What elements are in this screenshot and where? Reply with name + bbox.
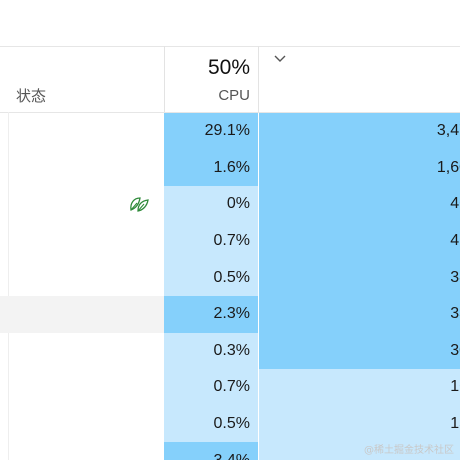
status-cell (0, 333, 164, 370)
cpu-total-percent[interactable]: 50% (208, 54, 250, 82)
status-cell (0, 406, 164, 443)
cpu-cell: 0.7% (164, 369, 258, 406)
memory-cell: 38 (259, 259, 460, 296)
header-top-divider (0, 46, 460, 47)
process-row[interactable]: 0.7% 41 (0, 222, 460, 260)
process-row[interactable]: 0.5% 38 (0, 259, 460, 296)
cpu-cell: 29.1% (164, 113, 258, 150)
process-row[interactable]: 1.6% 1,60 (0, 149, 460, 187)
status-cell (0, 113, 164, 150)
cpu-cell: 2.3% (164, 295, 258, 333)
memory-value: 41 (450, 232, 460, 250)
process-row[interactable]: 0.3% 30 (0, 332, 460, 370)
process-row[interactable]: 2.3% 33 (0, 295, 460, 333)
memory-cell: 30 (259, 332, 460, 370)
process-row[interactable]: 0.5% 15 (0, 405, 460, 443)
sort-chevron-down-icon[interactable] (273, 54, 287, 64)
watermark-text: @稀土掘金技术社区 (364, 445, 454, 456)
memory-value: 15 (450, 415, 460, 433)
memory-cell: 15 (259, 405, 460, 443)
cpu-cell: 3.4% (164, 442, 258, 460)
memory-cell: 1,60 (259, 149, 460, 187)
process-row[interactable]: 0.7% 16 (0, 369, 460, 406)
column-separator-cpu-memory[interactable] (258, 46, 259, 113)
cpu-cell: 1.6% (164, 149, 258, 187)
cpu-cell: 0.5% (164, 405, 258, 443)
memory-cell: 46 (259, 186, 460, 223)
cpu-cell: 0.3% (164, 332, 258, 370)
memory-cell: 33 (259, 295, 460, 333)
process-row[interactable]: 0% 46 (0, 186, 460, 223)
memory-cell: 3,47 (259, 113, 460, 150)
cpu-column-header[interactable]: CPU (218, 86, 250, 106)
memory-value: 33 (450, 305, 460, 323)
status-cell (0, 186, 164, 223)
memory-value: 30 (450, 341, 460, 359)
status-cell (0, 223, 164, 260)
process-row[interactable]: 29.1% 3,47 (0, 113, 460, 150)
process-rows: 29.1% 3,47 1.6% 1,60 0% 46 0.7% 41 0.5% 38 2.3% 33 0… (0, 113, 460, 460)
memory-value: 3,47 (436, 122, 460, 140)
status-column-header[interactable]: 状态 (16, 86, 46, 106)
status-cell (0, 369, 164, 406)
status-cell (0, 442, 164, 460)
cpu-cell: 0.7% (164, 222, 258, 260)
status-cell (0, 259, 164, 296)
status-cell (0, 150, 164, 187)
memory-cell: 16 (259, 369, 460, 406)
task-manager-processes-view: 状态 50% CPU 29.1%3,471.6%1,600%460.7%410.… (0, 0, 460, 460)
status-cell (0, 295, 164, 333)
memory-cell: 41 (259, 222, 460, 260)
memory-value: 1,60 (436, 158, 460, 176)
efficiency-mode-leaf-icon (130, 197, 149, 212)
column-separator-status-cpu[interactable] (164, 46, 165, 113)
memory-value: 46 (450, 195, 460, 213)
memory-value: 38 (450, 268, 460, 286)
cpu-cell: 0% (164, 186, 258, 223)
cpu-cell: 0.5% (164, 259, 258, 296)
memory-value: 16 (450, 378, 460, 396)
